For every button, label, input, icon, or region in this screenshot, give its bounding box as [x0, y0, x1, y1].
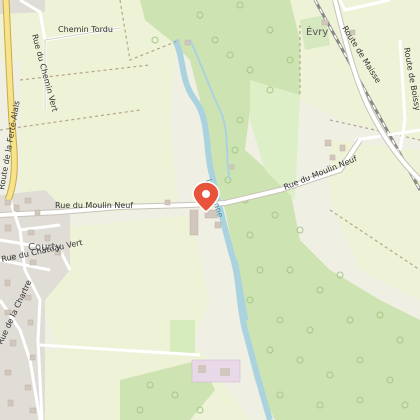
- map-pin-dot: [202, 190, 210, 198]
- label-evry: Évry: [306, 25, 328, 38]
- label-chemin-tordu: Chemin Tordu: [58, 25, 113, 34]
- map-canvas[interactable]: Chemin Tordu Rue du Chemin Vert Route de…: [0, 0, 420, 420]
- building: [198, 365, 206, 373]
- map-svg: Chemin Tordu Rue du Chemin Vert Route de…: [0, 0, 420, 420]
- building: [220, 368, 230, 376]
- label-rue-moulin-neuf-west: Rue du Moulin Neuf: [55, 201, 133, 210]
- meadow-south: [170, 320, 195, 355]
